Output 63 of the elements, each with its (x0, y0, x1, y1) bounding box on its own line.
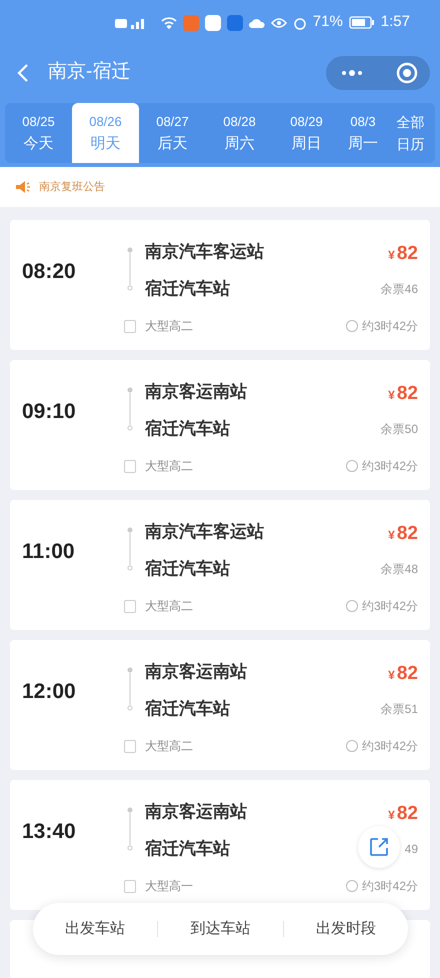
bus-type: 大型高二 (145, 738, 193, 755)
departure-time: 08:20 (22, 259, 76, 285)
trip-card[interactable]: 09:10 南京客运南站 宿迁汽车站 大型高二 ¥82 余票50 约3时42分 (10, 360, 430, 490)
more-icon[interactable] (340, 68, 364, 76)
bus-type: 大型高二 (145, 458, 193, 475)
remaining-tickets: 49 (404, 841, 418, 858)
route-line-icon (127, 387, 133, 431)
remaining-tickets: 余票51 (380, 701, 418, 718)
price: ¥82 (388, 662, 418, 686)
app-icon (226, 14, 243, 30)
price: ¥82 (388, 802, 418, 826)
departure-time: 12:00 (22, 679, 76, 705)
page-title: 南京-宿迁 (48, 60, 130, 84)
price: ¥82 (388, 242, 418, 266)
app-icon (204, 14, 221, 30)
departure-time: 13:40 (22, 819, 76, 845)
filter-button[interactable]: 出发车站 (33, 918, 158, 940)
destination-station: 宿迁汽车站 (145, 278, 230, 300)
share-icon (369, 837, 389, 857)
eye-icon (270, 16, 287, 28)
trip-duration: 约3时42分 (362, 318, 418, 335)
origin-station: 南京客运南站 (145, 381, 247, 403)
battery-icon (348, 16, 375, 29)
departure-time: 11:00 (22, 539, 75, 565)
remaining-tickets: 余票50 (380, 421, 418, 438)
clock-time: 1:57 (380, 12, 410, 32)
trip-duration: 约3时42分 (362, 738, 418, 755)
trip-card[interactable]: 12:00 南京客运南站 宿迁汽车站 大型高二 ¥82 余票51 约3时42分 (10, 640, 430, 770)
trip-duration: 约3时42分 (362, 598, 418, 615)
origin-station: 南京汽车客运站 (145, 521, 264, 543)
cloud-icon (248, 18, 265, 28)
back-icon[interactable] (16, 62, 30, 82)
route-line-icon (127, 807, 133, 851)
filter-button[interactable]: 到达车站 (158, 918, 283, 940)
route-line-icon (127, 527, 133, 571)
trip-duration: 约3时42分 (362, 458, 418, 475)
wifi-icon (160, 16, 177, 30)
destination-station: 宿迁汽车站 (145, 838, 230, 860)
filter-button[interactable]: 出发时段 (284, 918, 408, 940)
app-icon (182, 14, 199, 30)
destination-station: 宿迁汽车站 (145, 558, 230, 580)
battery-percent: 71% (312, 12, 343, 32)
bus-type: 大型高二 (145, 318, 193, 335)
origin-station: 南京客运南站 (145, 801, 247, 823)
route-line-icon (127, 247, 133, 291)
trip-card[interactable]: 13:40 南京客运南站 宿迁汽车站 大型高一 ¥82 49 约3时42分 (10, 780, 430, 910)
price: ¥82 (388, 522, 418, 546)
bus-type: 大型高二 (145, 598, 193, 615)
bus-type: 大型高一 (145, 878, 193, 895)
destination-station: 宿迁汽车站 (145, 418, 230, 440)
remaining-tickets: 余票48 (380, 561, 418, 578)
destination-station: 宿迁汽车站 (145, 698, 230, 720)
route-line-icon (127, 667, 133, 711)
trip-card[interactable]: 11:00 南京汽车客运站 宿迁汽车站 大型高二 ¥82 余票48 约3时42分 (10, 500, 430, 630)
speaker-icon (16, 181, 31, 193)
origin-station: 南京客运南站 (145, 661, 247, 683)
origin-station: 南京汽车客运站 (145, 241, 264, 263)
remaining-tickets: 余票46 (380, 281, 418, 298)
trip-card[interactable]: 08:20 南京汽车客运站 宿迁汽车站 大型高二 ¥82 余票46 约3时42分 (10, 220, 430, 350)
departure-time: 09:10 (22, 399, 76, 425)
close-icon[interactable] (396, 62, 418, 84)
trip-duration: 约3时42分 (362, 878, 418, 895)
price: ¥82 (388, 382, 418, 406)
